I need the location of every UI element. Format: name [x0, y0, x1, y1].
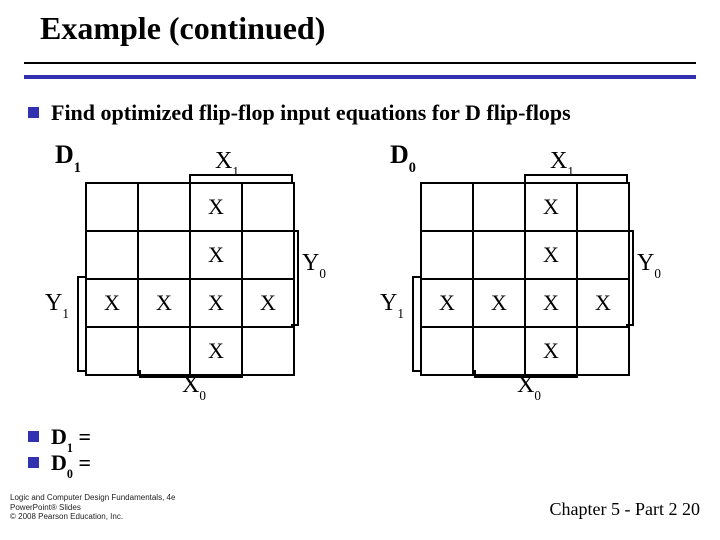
cell	[138, 231, 190, 279]
cell: X	[421, 279, 473, 327]
cell	[473, 183, 525, 231]
cell	[421, 327, 473, 375]
cell	[577, 183, 629, 231]
bracket-left	[77, 276, 85, 372]
eq-d0: D0 =	[51, 450, 91, 479]
cell	[86, 231, 138, 279]
bracket-top	[189, 174, 293, 182]
divider-thin	[24, 62, 696, 64]
cell: X	[190, 279, 242, 327]
cell	[421, 231, 473, 279]
cell	[242, 327, 294, 375]
footer-attribution: Logic and Computer Design Fundamentals, …	[10, 493, 175, 522]
cell	[577, 327, 629, 375]
cell: X	[190, 327, 242, 375]
bracket-left	[412, 276, 420, 372]
kmap-grid: X X X X X X X	[420, 182, 630, 376]
y1-label: Y1	[380, 290, 404, 320]
cell: X	[525, 183, 577, 231]
cell: X	[525, 279, 577, 327]
y0-label: Y0	[637, 250, 661, 280]
eq-d1: D1 =	[51, 424, 91, 453]
cell	[138, 183, 190, 231]
cell: X	[190, 183, 242, 231]
cell	[577, 231, 629, 279]
y1-label: Y1	[45, 290, 69, 320]
d-label: D0	[390, 140, 416, 174]
bullet-square-icon	[28, 431, 39, 442]
cell: X	[473, 279, 525, 327]
bullet-square-icon	[28, 457, 39, 468]
cell	[138, 327, 190, 375]
divider-thick	[24, 75, 696, 79]
cell	[86, 183, 138, 231]
bullet-main-text: Find optimized flip-flop input equations…	[51, 100, 571, 126]
slide: Example (continued) Find optimized flip-…	[0, 0, 720, 540]
kmap-d1: D1 X1 Y0 Y1 X0 X X	[75, 140, 335, 410]
footer-page: Chapter 5 - Part 2 20	[550, 499, 700, 520]
d-label: D1	[55, 140, 81, 174]
bracket-top	[524, 174, 628, 182]
bullet-eq-d0: D0 =	[28, 450, 91, 479]
slide-title: Example (continued)	[40, 10, 325, 47]
footer-line: PowerPoint® Slides	[10, 503, 175, 513]
cell: X	[190, 231, 242, 279]
bullet-eq-d1: D1 =	[28, 424, 91, 453]
footer-line: Logic and Computer Design Fundamentals, …	[10, 493, 175, 503]
cell	[421, 183, 473, 231]
cell: X	[525, 231, 577, 279]
kmap-grid: X X X X X X X	[85, 182, 295, 376]
cell	[473, 231, 525, 279]
kmap-d0: D0 X1 Y0 Y1 X0 X X	[410, 140, 670, 410]
cell	[242, 231, 294, 279]
cell: X	[242, 279, 294, 327]
footer-line: © 2008 Pearson Education, Inc.	[10, 512, 175, 522]
cell: X	[86, 279, 138, 327]
cell: X	[577, 279, 629, 327]
cell	[242, 183, 294, 231]
bullet-square-icon	[28, 107, 39, 118]
y0-label: Y0	[302, 250, 326, 280]
bullet-main: Find optimized flip-flop input equations…	[28, 100, 688, 126]
cell: X	[138, 279, 190, 327]
cell	[473, 327, 525, 375]
cell: X	[525, 327, 577, 375]
cell	[86, 327, 138, 375]
